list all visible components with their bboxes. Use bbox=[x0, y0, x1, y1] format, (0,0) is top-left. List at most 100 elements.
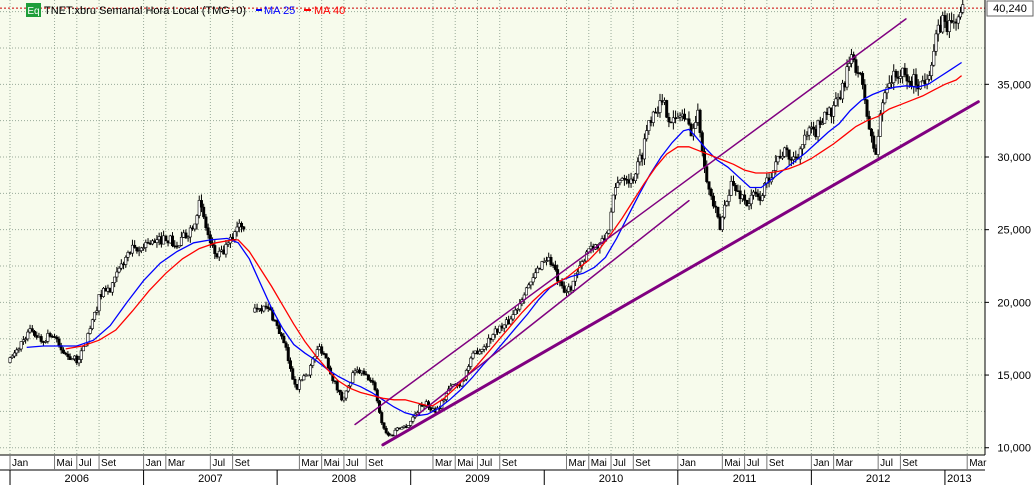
candle-body bbox=[560, 281, 564, 287]
candle-body bbox=[903, 67, 907, 75]
candle-body bbox=[469, 357, 473, 367]
year-label: 2012 bbox=[866, 473, 890, 485]
candle-body bbox=[607, 229, 611, 234]
candle-body bbox=[883, 92, 887, 104]
last-value-tag: 40,240 bbox=[986, 0, 1034, 17]
candle-body bbox=[33, 330, 37, 336]
candle-body bbox=[277, 325, 281, 334]
y-tick-label: 25,000 bbox=[997, 225, 1031, 237]
candle-body bbox=[406, 425, 410, 428]
candle-body bbox=[705, 166, 709, 182]
month-label: Jul bbox=[479, 458, 492, 469]
candle-body bbox=[812, 126, 816, 130]
candle-body bbox=[869, 128, 873, 137]
plot-area[interactable] bbox=[0, 0, 985, 455]
candle-body bbox=[284, 342, 288, 348]
candle-body bbox=[834, 98, 838, 106]
candle-body bbox=[878, 113, 882, 137]
candle-body bbox=[384, 428, 388, 434]
candle-body bbox=[409, 420, 413, 426]
candle-body bbox=[351, 372, 355, 383]
candle-body bbox=[208, 234, 212, 244]
candle-body bbox=[275, 320, 279, 326]
candle-body bbox=[213, 245, 217, 254]
candle-body bbox=[344, 390, 348, 399]
candle-body bbox=[115, 271, 119, 278]
candle-body bbox=[700, 132, 704, 152]
month-label: Jan bbox=[813, 458, 829, 469]
month-label: Set bbox=[368, 458, 383, 469]
candle-body bbox=[324, 353, 328, 359]
month-label: Jul bbox=[747, 458, 760, 469]
month-label: Set bbox=[635, 458, 650, 469]
candle-body bbox=[872, 135, 876, 149]
candle-body bbox=[651, 111, 655, 123]
month-label: Jul bbox=[613, 458, 626, 469]
month-label: Mai bbox=[57, 458, 73, 469]
month-label: Set bbox=[235, 458, 250, 469]
year-label: 2009 bbox=[465, 473, 489, 485]
candle-body bbox=[110, 282, 114, 293]
candle-body bbox=[12, 352, 16, 357]
candle-body bbox=[749, 194, 753, 205]
y-tick-label: 35,000 bbox=[997, 79, 1031, 91]
year-label: 2006 bbox=[65, 473, 89, 485]
month-label: Mar bbox=[435, 458, 453, 469]
candle-body bbox=[925, 78, 929, 85]
candle-body bbox=[698, 109, 702, 133]
candle-body bbox=[179, 237, 183, 246]
candle-body bbox=[124, 257, 128, 265]
candle-body bbox=[195, 215, 199, 225]
candle bbox=[665, 99, 669, 119]
candle-body bbox=[171, 235, 175, 247]
candle-body bbox=[380, 412, 384, 424]
candle-body bbox=[725, 201, 729, 206]
candle-body bbox=[716, 206, 720, 218]
ma-long-legend: MA 40 bbox=[314, 5, 345, 17]
candle-body bbox=[800, 144, 804, 150]
candle-body bbox=[609, 211, 613, 231]
candle-body bbox=[188, 227, 192, 238]
candle-body bbox=[667, 117, 671, 123]
stock-chart: 10,000 15,000 20,000 25,000 30,000 35,000 40,… bbox=[0, 0, 1036, 485]
month-label: Mai bbox=[591, 458, 607, 469]
candle-body bbox=[723, 204, 727, 218]
candle-body bbox=[932, 50, 936, 66]
month-label: Set bbox=[769, 458, 784, 469]
last-value-label: 40,240 bbox=[993, 3, 1027, 15]
candle-body bbox=[282, 335, 286, 344]
candle-body bbox=[533, 272, 537, 279]
candle-body bbox=[39, 336, 43, 342]
candle-body bbox=[302, 375, 306, 381]
y-tick-label: 20,000 bbox=[997, 297, 1031, 309]
month-label: Jul bbox=[79, 458, 92, 469]
candle-body bbox=[760, 195, 764, 201]
candle-body bbox=[8, 357, 12, 363]
chart-title: TNET:xbru Semanal Hora Local (TMG+0) bbox=[44, 5, 246, 17]
month-label: Set bbox=[502, 458, 517, 469]
candle-body bbox=[366, 374, 370, 381]
candle-body bbox=[19, 341, 23, 350]
candle-body bbox=[362, 370, 366, 375]
candle bbox=[324, 353, 328, 359]
candle-body bbox=[571, 280, 575, 291]
candle-body bbox=[961, 4, 965, 13]
y-tick-label: 15,000 bbox=[997, 370, 1031, 382]
candle-body bbox=[315, 349, 319, 357]
candle-body bbox=[887, 83, 891, 88]
candle-body bbox=[491, 334, 495, 340]
month-label: Mai bbox=[324, 458, 340, 469]
candle-body bbox=[553, 264, 557, 270]
month-label: Mai bbox=[724, 458, 740, 469]
candle-body bbox=[335, 381, 339, 391]
candle-body bbox=[202, 206, 206, 218]
month-label: Mar bbox=[168, 458, 186, 469]
candle-body bbox=[524, 287, 528, 296]
candle-body bbox=[845, 66, 849, 88]
time-axis: Jan Mai Jul Set Jan Mar Jul Set Mar Mai Jul Set Mar M… bbox=[0, 454, 1036, 485]
candle bbox=[720, 215, 724, 233]
candle-body bbox=[743, 194, 747, 201]
candle-body bbox=[382, 422, 386, 429]
candle-body bbox=[61, 349, 65, 354]
candle-body bbox=[867, 116, 871, 130]
